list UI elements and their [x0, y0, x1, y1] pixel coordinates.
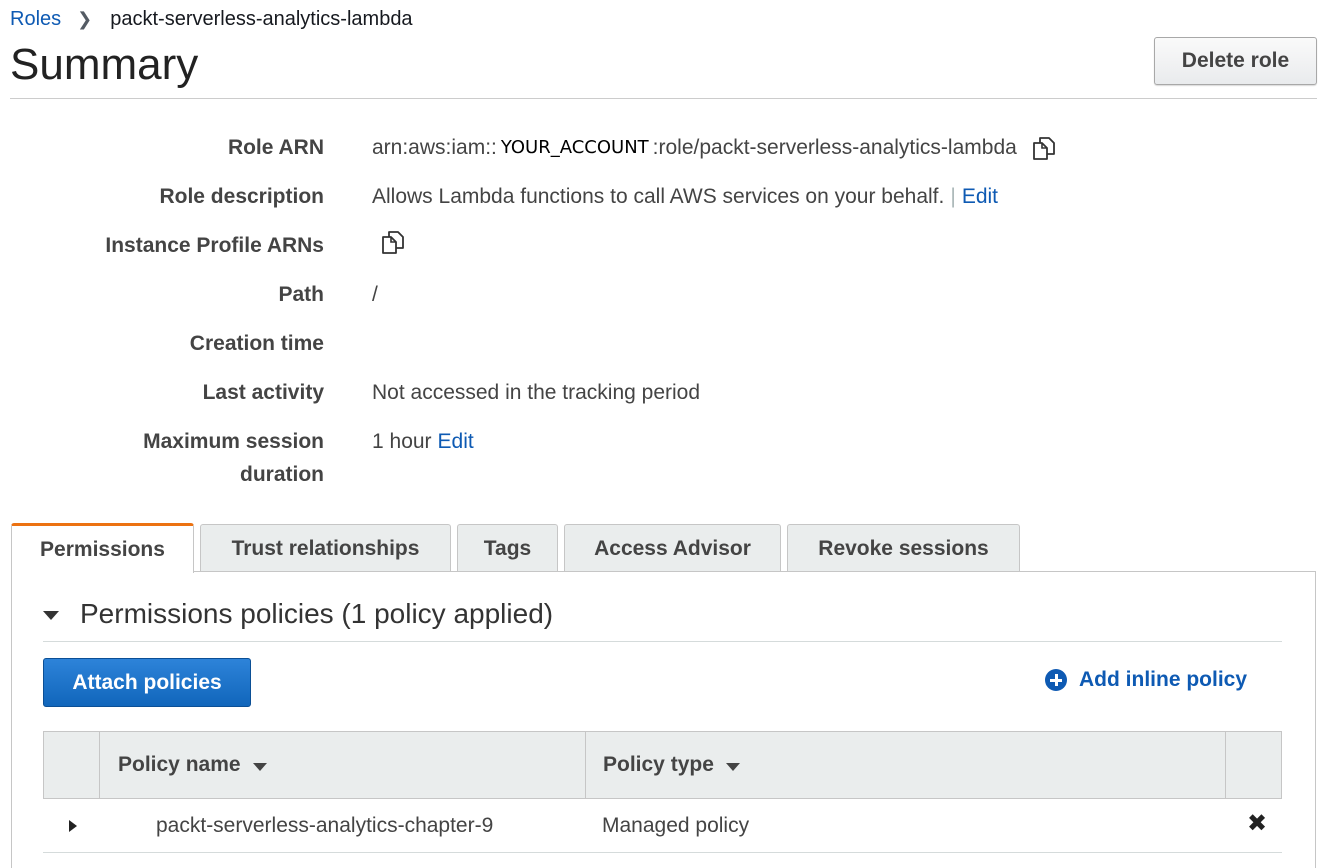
column-divider: [1225, 732, 1226, 798]
page-title: Summary: [10, 40, 199, 89]
policy-name-link[interactable]: packt-serverless-analytics-chapter-9: [156, 799, 493, 852]
instance-profile-value: [380, 229, 406, 255]
path-value: /: [372, 283, 378, 306]
table-row: packt-serverless-analytics-chapter-9 Man…: [43, 799, 1282, 853]
permissions-policies-title: Permissions policies (1 policy applied): [80, 598, 554, 629]
column-divider: [585, 732, 586, 798]
role-arn-suffix: :role/packt-serverless-analytics-lambda: [652, 136, 1017, 159]
max-session-value: 1 hour: [372, 430, 432, 453]
caret-down-icon: [43, 610, 59, 620]
copy-icon[interactable]: [380, 229, 406, 255]
add-inline-policy-label: Add inline policy: [1079, 668, 1248, 691]
sort-down-icon: [725, 762, 740, 771]
caret-right-icon[interactable]: [69, 820, 77, 832]
role-arn-account: YOUR_ACCOUNT: [500, 137, 649, 158]
title-divider: [10, 98, 1317, 99]
tab-revoke-sessions[interactable]: Revoke sessions: [787, 524, 1020, 573]
column-header-policy-name-label: Policy name: [118, 753, 241, 776]
path-label: Path: [278, 283, 324, 306]
column-divider: [99, 732, 100, 798]
tab-access-advisor[interactable]: Access Advisor: [564, 524, 781, 573]
column-header-policy-type-label: Policy type: [603, 753, 714, 776]
plus-circle-icon: [1045, 669, 1067, 691]
copy-icon[interactable]: [1031, 135, 1057, 161]
tab-trust-relationships[interactable]: Trust relationships: [200, 524, 451, 573]
section-divider: [43, 641, 1282, 642]
max-session-label-line2: duration: [240, 463, 324, 486]
last-activity-label: Last activity: [202, 381, 324, 404]
attach-policies-button[interactable]: Attach policies: [43, 658, 251, 707]
role-arn-value: arn:aws:iam:: YOUR_ACCOUNT :role/packt-s…: [372, 131, 1057, 164]
edit-max-session-link[interactable]: Edit: [438, 425, 474, 458]
breadcrumb: Roles ❯ packt-serverless-analytics-lambd…: [10, 8, 413, 31]
policies-table-header: Policy name Policy type: [43, 731, 1282, 799]
max-session-value-wrap: 1 hour Edit: [372, 425, 474, 458]
role-arn-label: Role ARN: [227, 136, 324, 159]
edit-description-link[interactable]: Edit: [962, 180, 998, 213]
creation-time-label: Creation time: [189, 332, 324, 355]
role-description-label: Role description: [159, 185, 324, 208]
column-header-policy-name[interactable]: Policy name: [118, 732, 267, 798]
chevron-right-icon: ❯: [77, 9, 93, 29]
tab-tags[interactable]: Tags: [457, 524, 558, 573]
role-arn-prefix: arn:aws:iam::: [372, 136, 497, 159]
close-icon[interactable]: ✖: [1245, 812, 1269, 836]
policy-type-value: Managed policy: [602, 813, 750, 837]
delete-role-button[interactable]: Delete role: [1154, 37, 1317, 85]
role-description-value: Allows Lambda functions to call AWS serv…: [372, 185, 945, 208]
sort-down-icon: [252, 762, 267, 771]
column-header-policy-type[interactable]: Policy type: [603, 732, 740, 798]
tab-bar: Permissions Trust relationships Tags Acc…: [11, 523, 1026, 573]
breadcrumb-current: packt-serverless-analytics-lambda: [110, 8, 413, 30]
max-session-label: Maximum session duration: [143, 425, 324, 491]
max-session-label-line1: Maximum session: [143, 430, 324, 453]
instance-profile-label: Instance Profile ARNs: [105, 234, 324, 257]
last-activity-value: Not accessed in the tracking period: [372, 381, 701, 404]
breadcrumb-roles-link[interactable]: Roles: [10, 8, 61, 31]
separator: |: [950, 185, 956, 208]
add-inline-policy-button[interactable]: Add inline policy: [1045, 668, 1247, 692]
role-description-value-wrap: Allows Lambda functions to call AWS serv…: [372, 180, 998, 213]
tab-permissions[interactable]: Permissions: [11, 523, 194, 573]
permissions-policies-toggle[interactable]: Permissions policies (1 policy applied): [43, 598, 553, 630]
